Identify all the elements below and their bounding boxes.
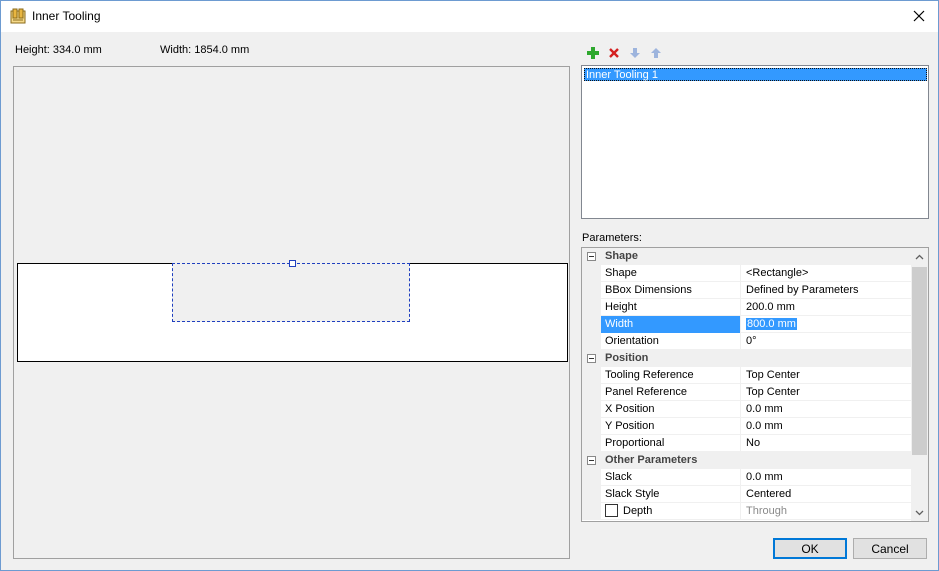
property-value[interactable]: 0.0 mm (742, 401, 911, 418)
scroll-down-button[interactable] (911, 504, 928, 521)
property-value[interactable]: 0.0 mm (742, 418, 911, 435)
property-value-editor[interactable]: 800.0 mm (742, 316, 911, 333)
arrow-up-icon (651, 48, 661, 58)
arrow-down-icon (630, 48, 640, 58)
row-gutter (582, 299, 601, 316)
row-gutter (582, 316, 601, 333)
property-value: Through (746, 505, 787, 517)
row-gutter (582, 333, 601, 350)
property-row-orientation[interactable]: Orientation 0° (582, 333, 911, 350)
plus-icon (587, 47, 599, 59)
scroll-thumb[interactable] (912, 267, 927, 455)
row-gutter (582, 367, 601, 384)
property-row-proportional[interactable]: Proportional No (582, 435, 911, 452)
property-row-shape[interactable]: Shape <Rectangle> (582, 265, 911, 282)
parameters-label: Parameters: (582, 232, 642, 244)
property-value[interactable]: <Rectangle> (742, 265, 911, 282)
collapse-icon[interactable] (582, 248, 601, 265)
category-label: Shape (605, 250, 639, 262)
property-value[interactable]: 200.0 mm (742, 299, 911, 316)
row-gutter (582, 418, 601, 435)
tooling-shape[interactable] (172, 263, 410, 322)
move-down-button[interactable] (627, 45, 643, 61)
property-name: Y Position (601, 418, 741, 435)
row-gutter (582, 486, 601, 503)
preview-canvas[interactable] (13, 66, 570, 559)
property-row-x-position[interactable]: X Position 0.0 mm (582, 401, 911, 418)
property-name: Tooling Reference (601, 367, 741, 384)
property-name: Width (601, 316, 741, 333)
close-icon (913, 10, 925, 22)
property-row-width[interactable]: Width 800.0 mm (582, 316, 911, 333)
property-name: BBox Dimensions (601, 282, 741, 299)
property-name: Height (601, 299, 741, 316)
property-name: Shape (601, 265, 741, 282)
property-row-slack-style[interactable]: Slack Style Centered (582, 486, 911, 503)
tooling-reference-handle[interactable] (289, 260, 296, 267)
property-row-bbox[interactable]: BBox Dimensions Defined by Parameters (582, 282, 911, 299)
property-name: Depth (623, 505, 653, 517)
depth-checkbox[interactable] (605, 504, 618, 517)
category-position[interactable]: Position (582, 350, 911, 367)
property-row-height[interactable]: Height 200.0 mm (582, 299, 911, 316)
grid-scrollbar[interactable] (911, 248, 928, 521)
property-value[interactable]: Top Center (742, 367, 911, 384)
property-value[interactable]: Defined by Parameters (742, 282, 911, 299)
property-value[interactable]: Centered (742, 486, 911, 503)
move-up-button[interactable] (648, 45, 664, 61)
property-name: Orientation (601, 333, 741, 350)
tooling-toolbar (585, 45, 664, 61)
row-gutter (582, 265, 601, 282)
chevron-up-icon (915, 254, 924, 259)
title-bar: Inner Tooling (1, 1, 938, 32)
property-name: X Position (601, 401, 741, 418)
property-name: Slack (601, 469, 741, 486)
property-name: Panel Reference (601, 384, 741, 401)
property-name-with-checkbox: Depth (601, 503, 741, 520)
property-value[interactable]: 0.0 mm (742, 469, 911, 486)
property-name: Proportional (601, 435, 741, 452)
property-value[interactable]: 0° (742, 333, 911, 350)
category-label: Other Parameters (605, 454, 698, 466)
collapse-icon[interactable] (582, 350, 601, 367)
row-gutter (582, 282, 601, 299)
collapse-icon[interactable] (582, 452, 601, 469)
property-grid[interactable]: Shape Shape <Rectangle> BBox Dimensions … (581, 247, 929, 522)
row-gutter (582, 384, 601, 401)
width-value-input[interactable]: 800.0 mm (746, 318, 797, 330)
row-gutter (582, 401, 601, 418)
property-value[interactable]: No (742, 435, 911, 452)
inner-tooling-dialog: Inner Tooling Height: 334.0 mm Width: 18… (0, 0, 939, 571)
panel-height-label: Height: 334.0 mm (15, 44, 102, 56)
row-gutter (582, 469, 601, 486)
property-row-slack[interactable]: Slack 0.0 mm (582, 469, 911, 486)
property-row-panel-reference[interactable]: Panel Reference Top Center (582, 384, 911, 401)
property-row-depth[interactable]: Depth Through (582, 503, 911, 520)
close-button[interactable] (904, 3, 934, 29)
tooling-list[interactable]: Inner Tooling 1 (581, 65, 929, 219)
property-row-tooling-reference[interactable]: Tooling Reference Top Center (582, 367, 911, 384)
chevron-down-icon (915, 510, 924, 515)
window-title: Inner Tooling (32, 9, 101, 23)
row-gutter (582, 435, 601, 452)
cancel-button[interactable]: Cancel (853, 538, 927, 559)
row-gutter (582, 503, 601, 520)
property-value[interactable]: Top Center (742, 384, 911, 401)
list-item[interactable]: Inner Tooling 1 (584, 68, 927, 81)
delete-icon (609, 48, 619, 58)
property-row-y-position[interactable]: Y Position 0.0 mm (582, 418, 911, 435)
category-label: Position (605, 352, 649, 364)
add-tooling-button[interactable] (585, 45, 601, 61)
ok-button[interactable]: OK (773, 538, 847, 559)
delete-tooling-button[interactable] (606, 45, 622, 61)
property-name: Slack Style (601, 486, 741, 503)
tooling-app-icon (10, 8, 26, 24)
scroll-up-button[interactable] (911, 248, 928, 265)
panel-width-label: Width: 1854.0 mm (160, 44, 250, 56)
category-shape[interactable]: Shape (582, 248, 911, 265)
category-other-parameters[interactable]: Other Parameters (582, 452, 911, 469)
